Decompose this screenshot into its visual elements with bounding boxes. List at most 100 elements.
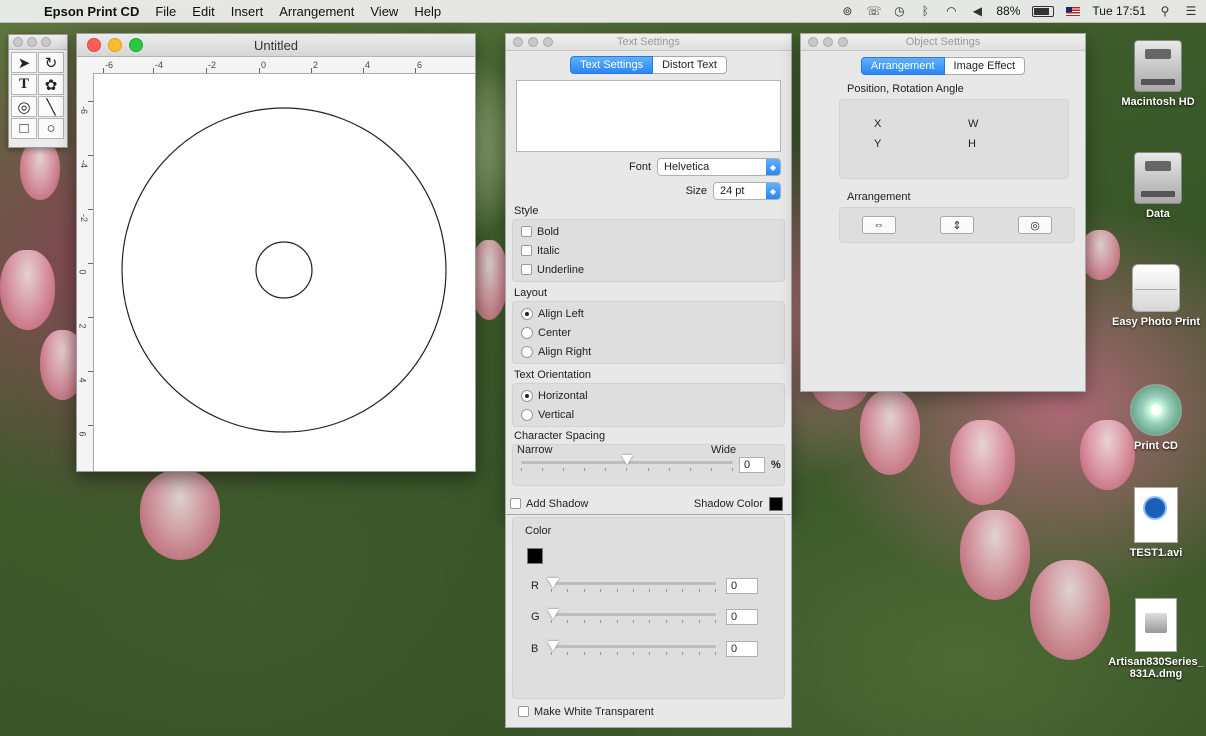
- italic-checkbox[interactable]: Italic: [513, 241, 784, 260]
- text-settings-titlebar[interactable]: Text Settings: [506, 34, 791, 51]
- tool-palette: ➤ ↻ T ✿ ◎ ╲ □ ○: [8, 34, 68, 148]
- desktop-icon-print-cd[interactable]: Print CD: [1106, 384, 1206, 452]
- spacing-unit: %: [771, 459, 781, 471]
- red-slider-thumb[interactable]: [547, 578, 559, 588]
- green-slider-thumb[interactable]: [547, 609, 559, 619]
- add-shadow-checkbox[interactable]: Add Shadow: [510, 494, 588, 513]
- desktop-icon-macintosh-hd[interactable]: Macintosh HD: [1108, 40, 1206, 108]
- volume-icon[interactable]: ◀: [970, 5, 984, 17]
- spacing-value-field[interactable]: 0: [739, 457, 765, 473]
- tab-distort-text[interactable]: Distort Text: [653, 56, 727, 74]
- line-tool-icon[interactable]: ╲: [38, 96, 64, 117]
- green-slider[interactable]: [547, 609, 716, 623]
- menubar-clock[interactable]: Tue 17:51: [1092, 4, 1146, 18]
- document-titlebar[interactable]: Untitled: [77, 34, 475, 57]
- vertical-center-icon[interactable]: ⇕: [940, 216, 974, 234]
- ruler-label: 6: [77, 431, 88, 437]
- blue-slider[interactable]: [547, 641, 716, 655]
- desktop-icon-easy-photo-print[interactable]: Easy Photo Print: [1106, 264, 1206, 328]
- horizontal-radio[interactable]: Horizontal: [513, 386, 784, 405]
- wifi-icon[interactable]: ◠: [944, 5, 958, 17]
- select-arrow-tool-icon[interactable]: ➤: [11, 52, 37, 73]
- spacing-slider[interactable]: [521, 455, 733, 471]
- underline-checkbox[interactable]: Underline: [513, 260, 784, 279]
- rotate-tool-icon[interactable]: ↻: [38, 52, 64, 73]
- spacing-slider-thumb[interactable]: [621, 455, 633, 465]
- font-select[interactable]: Helvetica ◆: [657, 158, 781, 176]
- battery-icon[interactable]: [1032, 5, 1055, 17]
- object-settings-titlebar[interactable]: Object Settings: [801, 34, 1085, 51]
- radio-icon[interactable]: [521, 408, 533, 421]
- blue-slider-thumb[interactable]: [547, 641, 559, 651]
- checkbox-icon[interactable]: [521, 245, 532, 256]
- text-input-area[interactable]: [516, 80, 781, 152]
- make-white-transparent-checkbox[interactable]: Make White Transparent: [510, 702, 654, 721]
- menu-arrangement[interactable]: Arrangement: [271, 4, 362, 19]
- radio-icon[interactable]: [521, 345, 533, 358]
- menu-file[interactable]: File: [147, 4, 184, 19]
- notification-center-icon[interactable]: ☰: [1184, 5, 1198, 17]
- tool-palette-zoom-icon[interactable]: [41, 37, 51, 47]
- tab-arrangement[interactable]: Arrangement: [860, 57, 945, 75]
- text-color-swatch[interactable]: [527, 548, 543, 564]
- blue-value-field[interactable]: 0: [726, 641, 758, 657]
- vertical-radio[interactable]: Vertical: [513, 405, 784, 424]
- ellipse-tool-icon[interactable]: ○: [38, 118, 64, 139]
- menu-view[interactable]: View: [362, 4, 406, 19]
- text-settings-title: Text Settings: [617, 36, 680, 48]
- shadow-color-swatch[interactable]: [769, 496, 783, 511]
- app-menu[interactable]: Epson Print CD: [36, 4, 147, 19]
- wide-label: Wide: [711, 444, 737, 456]
- radio-icon[interactable]: [521, 326, 533, 339]
- clipart-tool-icon[interactable]: ✿: [38, 74, 64, 95]
- desktop-icon-label: Easy Photo Print: [1111, 316, 1201, 328]
- bold-checkbox[interactable]: Bold: [513, 222, 784, 241]
- radio-selected-icon[interactable]: [521, 389, 533, 402]
- center-on-disc-icon[interactable]: ◎: [1018, 216, 1052, 234]
- checkbox-icon[interactable]: [521, 264, 532, 275]
- green-slider-row: G 0: [531, 606, 758, 628]
- vertical-ruler: -6 -4 -2 0 2 4 6: [77, 73, 94, 471]
- user-icon[interactable]: ⊚: [840, 5, 854, 17]
- tab-text-settings[interactable]: Text Settings: [570, 56, 654, 74]
- radio-selected-icon[interactable]: [521, 307, 533, 320]
- center-radio[interactable]: Center: [513, 323, 784, 342]
- menu-help[interactable]: Help: [406, 4, 449, 19]
- close-window-icon[interactable]: [87, 38, 101, 52]
- text-tool-icon[interactable]: T: [11, 74, 37, 95]
- spotlight-search-icon[interactable]: ⚲: [1158, 5, 1172, 17]
- menu-edit[interactable]: Edit: [184, 4, 222, 19]
- desktop-icon-label: TEST1.avi: [1129, 547, 1183, 559]
- size-select[interactable]: 24 pt ◆: [713, 182, 781, 200]
- red-value-field[interactable]: 0: [726, 578, 758, 594]
- blue-label: B: [531, 643, 539, 655]
- tool-palette-minimize-icon[interactable]: [27, 37, 37, 47]
- align-right-radio[interactable]: Align Right: [513, 342, 784, 361]
- bluetooth-icon[interactable]: ᛒ: [918, 5, 932, 17]
- time-machine-icon[interactable]: ◷: [892, 5, 906, 17]
- phone-icon[interactable]: ☏: [866, 5, 881, 17]
- minimize-window-icon[interactable]: [108, 38, 122, 52]
- circular-text-tool-icon[interactable]: ◎: [11, 96, 37, 117]
- cd-label-canvas[interactable]: [94, 74, 475, 471]
- tool-palette-close-icon[interactable]: [13, 37, 23, 47]
- desktop-icon-artisan-dmg[interactable]: Artisan830Series_831A.dmg: [1106, 598, 1206, 680]
- green-value-field[interactable]: 0: [726, 609, 758, 625]
- zoom-window-icon[interactable]: [129, 38, 143, 52]
- rectangle-tool-icon[interactable]: □: [11, 118, 37, 139]
- horizontal-center-icon[interactable]: ⇔: [862, 216, 896, 234]
- desktop-icon-test1-avi[interactable]: TEST1.avi: [1106, 487, 1206, 559]
- checkbox-icon[interactable]: [521, 226, 532, 237]
- horizontal-label: Horizontal: [538, 389, 588, 402]
- input-source-flag-icon[interactable]: [1066, 6, 1081, 16]
- desktop-icon-data[interactable]: Data: [1108, 152, 1206, 220]
- align-left-radio[interactable]: Align Left: [513, 304, 784, 323]
- checkbox-icon[interactable]: [518, 706, 529, 717]
- checkbox-icon[interactable]: [510, 498, 521, 509]
- ruler-label: -6: [79, 105, 90, 115]
- menu-insert[interactable]: Insert: [223, 4, 272, 19]
- text-settings-tabs: Text Settings Distort Text: [506, 56, 791, 74]
- battery-percent[interactable]: 88%: [996, 4, 1020, 18]
- tab-image-effect[interactable]: Image Effect: [944, 57, 1026, 75]
- red-slider[interactable]: [547, 578, 716, 592]
